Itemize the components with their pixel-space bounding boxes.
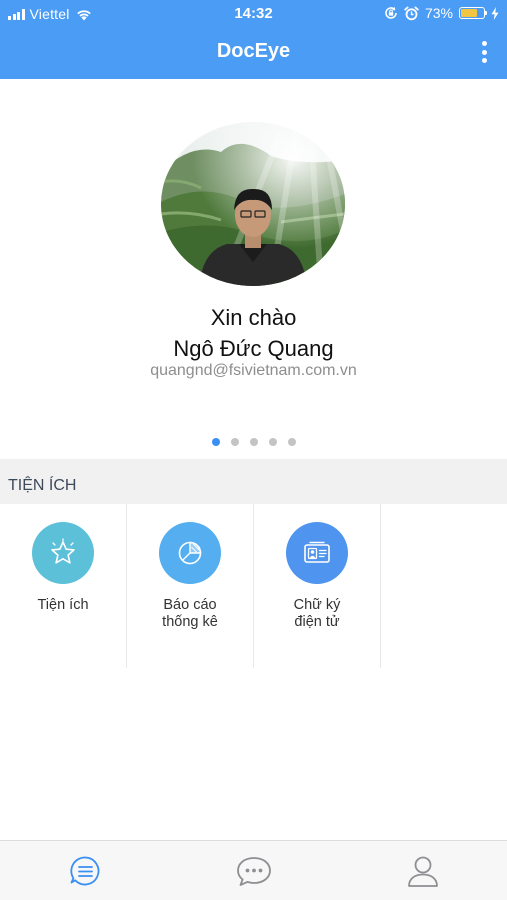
page-dot[interactable]: [268, 438, 277, 446]
status-right: 73%: [384, 5, 499, 21]
tile-label: Báo cáo thống kê: [162, 597, 218, 630]
page-dot[interactable]: [211, 438, 220, 446]
chat-icon: [236, 857, 271, 886]
charging-icon: [491, 6, 499, 20]
battery-fill: [461, 9, 478, 17]
avatar[interactable]: [161, 122, 345, 286]
battery-icon: [459, 7, 487, 19]
status-bar: Viettel 14:32 73%: [0, 0, 507, 28]
tab-bar: [0, 840, 507, 900]
tab-chat[interactable]: [169, 841, 338, 900]
feature-grid: Tiện ích Báo cáo thống kê Chữ ký điện tử: [0, 504, 507, 668]
page-dot[interactable]: [287, 438, 296, 446]
id-card-icon: [286, 522, 348, 584]
section-title: TIỆN ÍCH: [8, 477, 77, 494]
page-dot[interactable]: [249, 438, 258, 446]
alarm-icon: [404, 6, 419, 20]
tile-label: Tiện ích: [37, 597, 89, 613]
page-indicator[interactable]: [0, 438, 507, 446]
tile-label: Chữ ký điện tử: [293, 597, 341, 630]
pie-chart-icon: [159, 522, 221, 584]
tile-chu-ky-dien-tu[interactable]: Chữ ký điện tử: [254, 504, 381, 668]
orientation-lock-icon: [385, 6, 397, 19]
greeting-text: Xin chào: [210, 305, 297, 330]
user-icon: [407, 856, 438, 887]
app-title: DocEye: [216, 40, 291, 62]
tab-list[interactable]: [0, 841, 169, 900]
section-header: TIỆN ÍCH: [0, 459, 507, 504]
list-icon: [69, 856, 99, 886]
more-vertical-icon[interactable]: [475, 39, 493, 65]
tile-bao-cao-thong-ke[interactable]: Báo cáo thống kê: [127, 504, 254, 668]
tile-tien-ich[interactable]: Tiện ích: [0, 504, 127, 668]
page-dot[interactable]: [230, 438, 239, 446]
user-email: quangnd@fsivietnam.com.vn: [150, 362, 357, 379]
app-header: Viettel 14:32 73% DocEye: [0, 0, 507, 79]
star-icon: [32, 522, 94, 584]
user-name: Ngô Đức Quang: [173, 336, 334, 361]
battery-percent: 73%: [424, 5, 453, 21]
tile-empty: [381, 504, 507, 668]
tab-profile[interactable]: [338, 841, 507, 900]
